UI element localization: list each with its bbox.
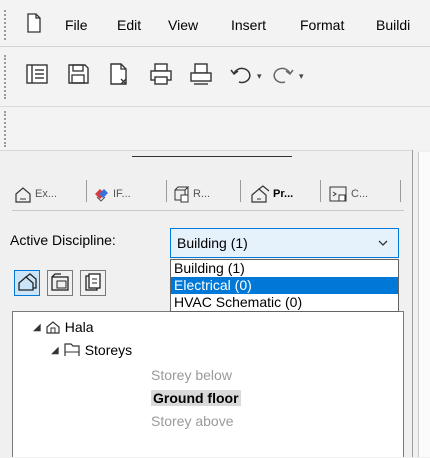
project-tab-icon <box>251 185 270 203</box>
menu-format[interactable]: Format <box>300 16 344 34</box>
tab-label: C... <box>351 188 369 200</box>
tab-separator <box>166 180 167 202</box>
print-icon[interactable] <box>148 61 174 87</box>
save-icon[interactable] <box>65 61 91 87</box>
expand-triangle-icon[interactable]: ◢ <box>51 345 59 356</box>
tree-label-current-storey: Ground floor <box>151 390 241 406</box>
tree-node-storeys[interactable]: ◢ Storeys <box>51 342 132 358</box>
storeys-icon <box>64 343 80 356</box>
view-map-button[interactable] <box>47 270 73 296</box>
new-document-icon[interactable] <box>106 61 132 87</box>
menu-file[interactable]: File <box>65 16 88 34</box>
render-tab-icon <box>174 186 190 203</box>
tab-separator <box>240 180 241 202</box>
tree-node-storey-below[interactable]: Storey below <box>151 367 232 383</box>
discipline-dropdown: Building (1) Electrical (0) HVAC Schemat… <box>170 259 399 312</box>
toolbar-grip[interactable] <box>4 55 10 99</box>
active-discipline-label: Active Discipline: <box>10 232 116 248</box>
palette-splitter[interactable] <box>132 156 292 157</box>
tab-render[interactable]: R... <box>172 180 210 208</box>
tree-node-storey-above[interactable]: Storey above <box>151 413 234 429</box>
tab-label: Ex... <box>35 188 58 200</box>
building-icon <box>46 321 60 334</box>
tab-console[interactable]: C... <box>328 180 368 208</box>
project-map-icon <box>18 273 37 291</box>
new-page-icon[interactable] <box>26 13 42 36</box>
tab-separator <box>320 180 321 202</box>
menu-view[interactable]: View <box>168 16 198 34</box>
tab-label: IF... <box>113 188 131 200</box>
project-map-button[interactable] <box>14 270 40 296</box>
menu-bar: File Edit View Insert Format Buildi <box>0 0 430 46</box>
tab-ifc[interactable]: IF... <box>92 180 131 208</box>
view-map-icon <box>51 273 69 291</box>
secondary-toolbar <box>0 106 430 151</box>
tree-node-root[interactable]: ◢ Hala <box>33 319 94 335</box>
project-tree: ◢ Hala ◢ Storeys Storey below Ground flo… <box>12 311 404 457</box>
tab-separator <box>400 180 401 202</box>
tree-label-storeys: Storeys <box>84 342 133 358</box>
tab-export[interactable]: Ex... <box>14 180 57 208</box>
menu-insert[interactable]: Insert <box>231 16 266 34</box>
tree-label-storey-above: Storey above <box>151 413 234 429</box>
menu-grip[interactable] <box>4 10 10 40</box>
workspace-edge <box>418 152 430 457</box>
tab-separator <box>86 180 87 202</box>
standard-toolbar: ▾ ▾ <box>0 46 430 107</box>
menu-building[interactable]: Buildi <box>376 16 410 34</box>
redo-dropdown-icon[interactable]: ▾ <box>299 71 304 82</box>
menu-edit[interactable]: Edit <box>117 16 141 34</box>
tree-label-storey-below: Storey below <box>151 367 232 383</box>
tab-strip-border <box>12 210 404 211</box>
layout-book-icon <box>85 273 101 291</box>
tree-label-root: Hala <box>64 319 94 335</box>
expand-triangle-icon[interactable]: ◢ <box>33 322 41 333</box>
tab-label: Pr... <box>273 188 294 200</box>
console-tab-icon <box>329 186 347 202</box>
tree-node-current-storey[interactable]: Ground floor <box>151 390 241 406</box>
tab-project[interactable]: Pr... <box>250 180 293 208</box>
building-tab-icon <box>15 187 31 203</box>
ifc-tab-icon <box>95 189 108 202</box>
layout-book-button[interactable] <box>80 270 106 296</box>
chevron-down-icon <box>378 240 388 246</box>
redo-icon[interactable] <box>270 61 296 87</box>
undo-icon[interactable] <box>228 61 254 87</box>
info-box-icon[interactable] <box>24 61 50 87</box>
undo-dropdown-icon[interactable]: ▾ <box>257 71 262 82</box>
discipline-selected-value: Building (1) <box>177 235 248 251</box>
discipline-select[interactable]: Building (1) <box>170 228 399 258</box>
discipline-option-hvac[interactable]: HVAC Schematic (0) <box>171 294 398 311</box>
tab-label: R... <box>193 188 211 200</box>
plot-icon[interactable] <box>188 61 214 87</box>
discipline-option-building[interactable]: Building (1) <box>171 260 398 277</box>
discipline-option-electrical[interactable]: Electrical (0) <box>171 277 398 294</box>
toolbar2-grip[interactable] <box>4 111 10 147</box>
